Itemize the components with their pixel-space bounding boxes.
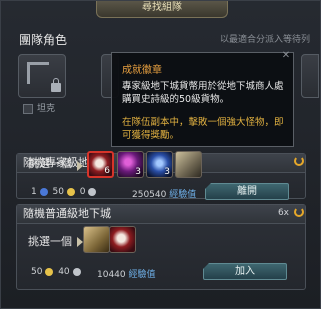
blue-coin-icon xyxy=(39,187,48,196)
role-section-title: 團隊角色 xyxy=(19,33,68,47)
gold-count: 50 xyxy=(52,187,64,197)
red-crest-icon[interactable] xyxy=(109,226,136,253)
tank-label: 坦克 xyxy=(37,104,56,114)
window-title: 尋找組隊 xyxy=(96,1,228,18)
role-hint: 以最適合分派入等待列 xyxy=(219,35,310,45)
gold-coin-icon xyxy=(66,187,75,196)
gold-coin-icon xyxy=(45,267,54,276)
tooltip-note: 在隊伍副本中，擊敗一個強大怪物，即可獲得獎勵。 xyxy=(122,117,284,141)
close-icon[interactable]: ✕ xyxy=(281,51,291,61)
elite-exp: 250540 經驗值 xyxy=(132,190,197,200)
silver-coin-icon xyxy=(72,267,81,276)
normal-dungeon-title: 隨機普通級地下城 xyxy=(17,205,305,224)
lfg-window: 尋找組隊 團隊角色 以最適合分派入等待列 坦克 隨機專家級地下城 挑選一個 6 … xyxy=(0,0,321,309)
tank-checkbox[interactable] xyxy=(23,103,33,114)
tank-role-icon xyxy=(27,62,49,84)
purple-orb-icon[interactable]: 3 xyxy=(117,151,144,178)
silver-count: 40 xyxy=(58,267,70,277)
arrow-right-icon xyxy=(77,161,83,171)
blue-count: 1 xyxy=(31,187,37,197)
join-button[interactable]: 加入 xyxy=(203,263,287,280)
achievement-badge-tooltip: ✕ 成就徽章 專家級地下城貨幣用於從地下城商人處購買史詩級的50級貨物。 在隊伍… xyxy=(111,51,294,147)
normal-count: 6x xyxy=(277,208,289,218)
leave-button[interactable]: 離開 xyxy=(205,183,289,200)
tooltip-description: 專家級地下城貨幣用於從地下城商人處購買史詩級的50級貨物。 xyxy=(122,81,284,105)
silver-coin-icon xyxy=(88,187,97,196)
dps-role-slot[interactable] xyxy=(301,54,319,98)
refresh-icon[interactable] xyxy=(294,207,304,217)
tooltip-title: 成就徽章 xyxy=(122,65,162,76)
normal-exp: 10440 經驗值 xyxy=(97,270,156,280)
lock-icon xyxy=(51,78,61,92)
gold-count: 50 xyxy=(31,267,43,277)
gold-crest-icon[interactable] xyxy=(83,226,110,253)
elite-stats: 1 50 0 xyxy=(31,187,98,197)
tank-checkbox-row[interactable]: 坦克 xyxy=(23,101,55,114)
silver-count: 0 xyxy=(79,187,86,197)
refresh-icon xyxy=(294,156,304,166)
red-crest-icon[interactable]: 6 xyxy=(87,151,114,178)
armor-icon[interactable] xyxy=(175,151,202,178)
elite-choose-label: 挑選一個 xyxy=(28,157,72,170)
blue-crystal-icon[interactable]: 3 xyxy=(146,151,173,178)
normal-stats: 50 40 xyxy=(31,267,83,277)
normal-choose-label: 挑選一個 xyxy=(28,235,72,248)
tank-role-slot[interactable] xyxy=(18,54,66,98)
